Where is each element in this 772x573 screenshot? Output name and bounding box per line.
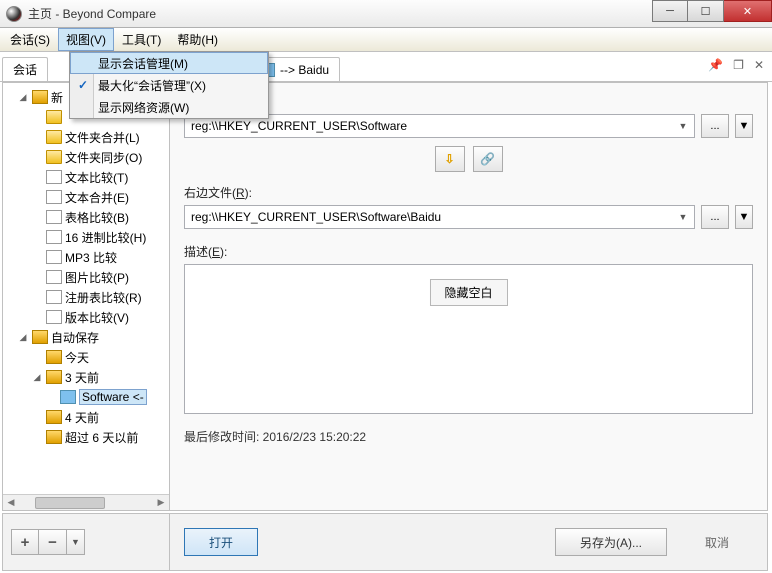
dropdown-show-session-mgr[interactable]: 显示会话管理(M) (70, 52, 268, 74)
left-browse-menu[interactable]: ▼ (735, 114, 753, 138)
right-file-label: 右边文件(R): (184, 184, 753, 201)
registry-icon (60, 390, 76, 404)
left-file-value: reg:\\HKEY_CURRENT_USER\Software (191, 119, 407, 133)
restore-icon[interactable]: ❐ (733, 58, 744, 72)
tree-today[interactable]: 今天 (3, 347, 169, 367)
view-dropdown: 显示会话管理(M) ✓ 最大化“会话管理”(X) 显示网络资源(W) (69, 51, 269, 119)
tab-label: --> Baidu (280, 63, 329, 77)
file-icon (46, 190, 62, 204)
tree-hex-compare[interactable]: 16 进制比较(H) (3, 227, 169, 247)
dropdown-label: 显示网络资源(W) (98, 99, 189, 116)
tree-text-merge[interactable]: 文本合并(E) (3, 187, 169, 207)
right-file-value: reg:\\HKEY_CURRENT_USER\Software\Baidu (191, 210, 441, 224)
image-icon (46, 270, 62, 284)
close-tab-icon[interactable]: ✕ (754, 58, 764, 72)
sidebar-footer: + − ▼ (2, 513, 170, 571)
title-bar: 主页 - Beyond Compare ─ ☐ ✕ (0, 0, 772, 28)
menu-bar: 会话(S) 视图(V) 工具(T) 帮助(H) (0, 28, 772, 52)
tree-3-days-ago[interactable]: ◢3 天前 (3, 367, 169, 387)
menu-view[interactable]: 视图(V) (58, 28, 114, 51)
tree-text-compare[interactable]: 文本比较(T) (3, 167, 169, 187)
tab-session[interactable]: 会话 (2, 57, 48, 81)
session-tree-panel: ◢新 文件夹合并(L) 文件夹同步(O) 文本比较(T) 文本合并(E) 表格比… (2, 82, 170, 511)
cancel-button[interactable]: 取消 (681, 528, 753, 556)
tree-folder-merge[interactable]: 文件夹合并(L) (3, 127, 169, 147)
file-icon (46, 170, 62, 184)
link-icon: 🔗 (480, 152, 495, 166)
left-browse-button[interactable]: ... (701, 114, 729, 138)
folder-icon (46, 130, 62, 144)
right-browse-menu[interactable]: ▼ (735, 205, 753, 229)
tree-autosave[interactable]: ◢自动保存 (3, 327, 169, 347)
dropdown-label: 显示会话管理(M) (98, 55, 188, 72)
description-label: 描述(E): (184, 243, 753, 260)
folder-icon (46, 110, 62, 124)
session-form: 左边文件(L): reg:\\HKEY_CURRENT_USER\Softwar… (170, 82, 768, 511)
save-as-button[interactable]: 另存为(A)... (555, 528, 667, 556)
tree-version-compare[interactable]: 版本比较(V) (3, 307, 169, 327)
open-button[interactable]: 打开 (184, 528, 258, 556)
table-icon (46, 210, 62, 224)
chevron-down-icon[interactable]: ▼ (674, 208, 692, 226)
add-session-button[interactable]: + (11, 529, 39, 555)
registry-icon (46, 290, 62, 304)
check-icon: ✓ (78, 78, 88, 92)
tree-over-6-days[interactable]: 超过 6 天以前 (3, 427, 169, 447)
chevron-down-icon[interactable]: ▼ (674, 117, 692, 135)
cube-icon (32, 90, 48, 104)
menu-help[interactable]: 帮助(H) (169, 28, 226, 51)
arrow-down-icon: ⇩ (444, 152, 454, 166)
app-icon (6, 6, 22, 22)
folder-icon (46, 150, 62, 164)
tree-folder-sync[interactable]: 文件夹同步(O) (3, 147, 169, 167)
window-controls: ─ ☐ ✕ (652, 0, 772, 22)
description-textarea[interactable]: 隐藏空白 (184, 264, 753, 414)
session-menu-button[interactable]: ▼ (67, 529, 85, 555)
dropdown-show-network-res[interactable]: 显示网络资源(W) (70, 96, 268, 118)
tree-mp3-compare[interactable]: MP3 比较 (3, 247, 169, 267)
dropdown-label: 最大化“会话管理”(X) (98, 77, 206, 94)
mp3-icon (46, 250, 62, 264)
cube-icon (46, 410, 62, 424)
tree-4-days-ago[interactable]: 4 天前 (3, 407, 169, 427)
right-browse-button[interactable]: ... (701, 205, 729, 229)
content-footer: 打开 另存为(A)... 取消 (170, 513, 768, 571)
sidebar-scrollbar[interactable]: ◀▶ (3, 494, 169, 510)
hex-icon (46, 230, 62, 244)
cube-icon (32, 330, 48, 344)
tree-pic-compare[interactable]: 图片比较(P) (3, 267, 169, 287)
close-button[interactable]: ✕ (724, 0, 772, 22)
window-title: 主页 - Beyond Compare (28, 5, 156, 22)
hide-blank-button[interactable]: 隐藏空白 (429, 279, 507, 306)
last-modified: 最后修改时间: 2016/2/23 15:20:22 (184, 428, 753, 445)
left-file-label: 左边文件(L): (184, 93, 753, 110)
menu-tools[interactable]: 工具(T) (114, 28, 169, 51)
tree-table-compare[interactable]: 表格比较(B) (3, 207, 169, 227)
session-tree: ◢新 文件夹合并(L) 文件夹同步(O) 文本比较(T) 文本合并(E) 表格比… (3, 83, 169, 451)
dropdown-maximize-session-mgr[interactable]: ✓ 最大化“会话管理”(X) (70, 74, 268, 96)
menu-session[interactable]: 会话(S) (2, 28, 58, 51)
pin-icon[interactable]: 📌 (708, 58, 723, 72)
tree-software-item[interactable]: Software <- (3, 387, 169, 407)
main-split: ◢新 文件夹合并(L) 文件夹同步(O) 文本比较(T) 文本合并(E) 表格比… (2, 82, 768, 511)
right-file-combo[interactable]: reg:\\HKEY_CURRENT_USER\Software\Baidu ▼ (184, 205, 695, 229)
minimize-button[interactable]: ─ (652, 0, 688, 22)
tab-label: 会话 (13, 61, 37, 78)
cube-icon (46, 430, 62, 444)
cube-icon (46, 370, 62, 384)
link-button[interactable]: 🔗 (473, 146, 503, 172)
maximize-button[interactable]: ☐ (688, 0, 724, 22)
tree-reg-compare[interactable]: 注册表比较(R) (3, 287, 169, 307)
cube-icon (46, 350, 62, 364)
swap-button[interactable]: ⇩ (435, 146, 465, 172)
remove-session-button[interactable]: − (39, 529, 67, 555)
version-icon (46, 310, 62, 324)
